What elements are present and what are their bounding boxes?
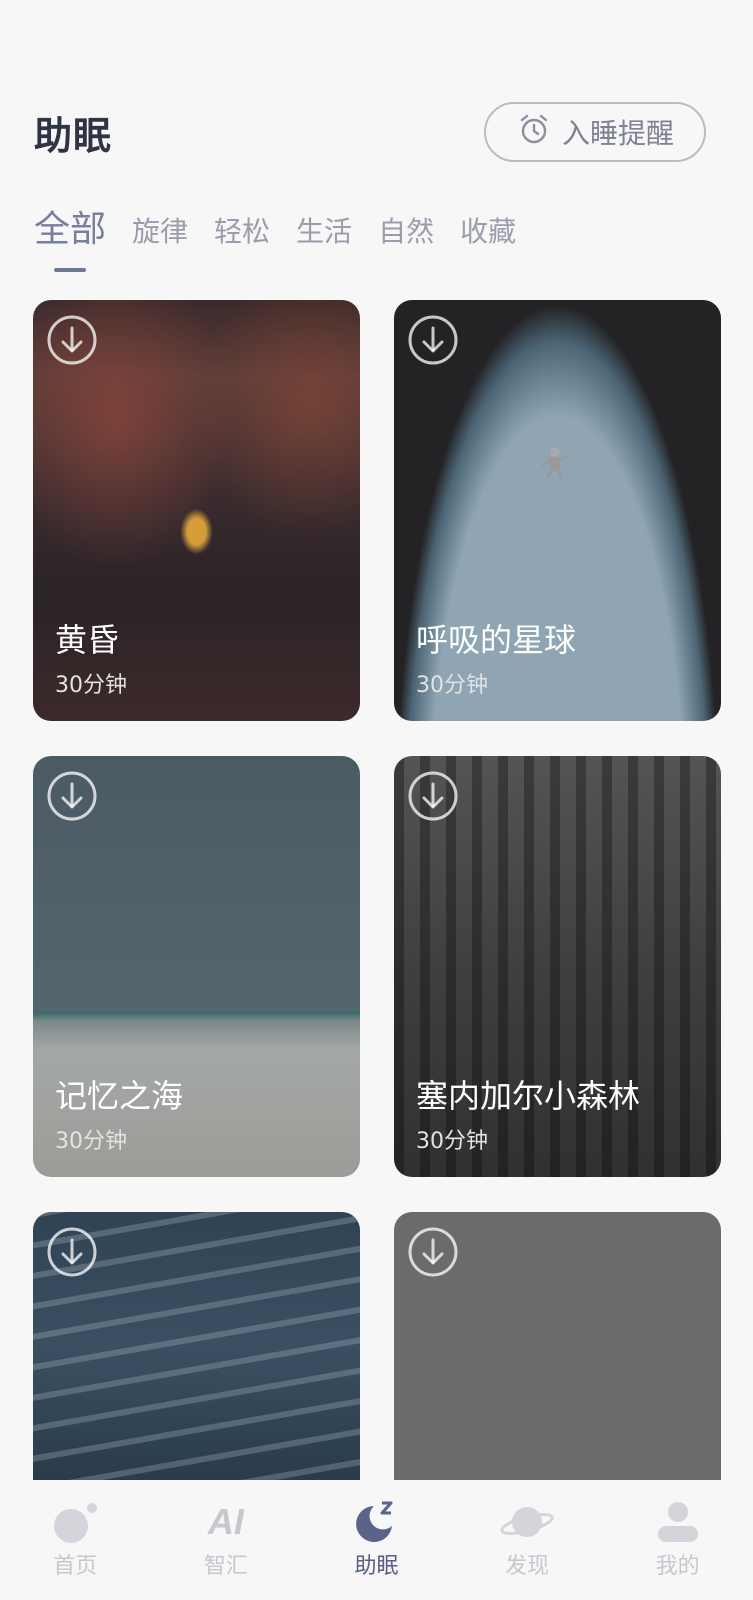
card-title: 记忆之海 [55, 1077, 184, 1115]
nav-sleep[interactable]: 助眠 [316, 1500, 436, 1580]
download-icon[interactable] [46, 314, 98, 366]
home-planet-icon [49, 1500, 101, 1544]
card-duration: 30分钟 [55, 1129, 127, 1154]
download-icon[interactable] [407, 770, 459, 822]
tab-relax[interactable]: 轻松 [214, 212, 270, 252]
card-title: 黄昏 [55, 621, 120, 659]
sleep-reminder-label: 入睡提醒 [561, 117, 674, 150]
ai-icon: AI [208, 1500, 244, 1544]
user-icon [654, 1500, 702, 1544]
download-icon[interactable] [407, 314, 459, 366]
tab-life[interactable]: 生活 [296, 212, 352, 252]
download-icon[interactable] [407, 1226, 459, 1278]
nav-home[interactable]: 首页 [15, 1500, 135, 1580]
nav-label: 我的 [655, 1554, 700, 1579]
tab-all[interactable]: 全部 [34, 208, 106, 272]
sound-card[interactable]: 塞内加尔小森林 30分钟 [394, 756, 721, 1177]
card-duration: 30分钟 [416, 673, 488, 698]
card-title: 呼吸的星球 [416, 621, 577, 659]
sound-card[interactable]: 黄昏 30分钟 [33, 300, 360, 721]
sound-card[interactable]: 记忆之海 30分钟 [33, 756, 360, 1177]
nav-label: 助眠 [354, 1554, 399, 1579]
ai-icon-text: AI [207, 1501, 244, 1542]
sound-card[interactable]: 呼吸的星球 30分钟 [394, 300, 721, 721]
tab-favorites[interactable]: 收藏 [460, 212, 516, 252]
sound-card[interactable] [394, 1212, 721, 1480]
sleep-reminder-button[interactable]: 入睡提醒 [484, 102, 706, 162]
download-icon[interactable] [46, 1226, 98, 1278]
alarm-clock-icon [516, 111, 552, 154]
tab-melody[interactable]: 旋律 [132, 212, 188, 252]
page-title: 助眠 [34, 113, 113, 158]
nav-label: 智汇 [203, 1554, 248, 1579]
download-icon[interactable] [46, 770, 98, 822]
bottom-navigation: 首页 AI 智汇 助眠 发现 我的 [0, 1480, 753, 1600]
header: 助眠 入睡提醒 [34, 100, 706, 164]
planet-ring-icon [499, 1500, 555, 1544]
nav-ai[interactable]: AI 智汇 [166, 1500, 286, 1580]
nav-mine[interactable]: 我的 [618, 1500, 738, 1580]
astronaut-image [541, 447, 569, 479]
sleep-moon-icon [352, 1500, 400, 1544]
tab-nature[interactable]: 自然 [378, 212, 434, 252]
category-tabs: 全部 旋律 轻松 生活 自然 收藏 [34, 208, 516, 272]
sound-card[interactable] [33, 1212, 360, 1480]
card-duration: 30分钟 [416, 1129, 488, 1154]
card-title: 塞内加尔小森林 [416, 1077, 641, 1115]
nav-label: 发现 [505, 1554, 550, 1579]
sound-card-grid: 黄昏 30分钟 呼吸的星球 30分钟 记忆之海 30分钟 塞内加尔小森林 30分… [33, 300, 721, 1480]
nav-discover[interactable]: 发现 [467, 1500, 587, 1580]
card-duration: 30分钟 [55, 673, 127, 698]
nav-label: 首页 [53, 1554, 98, 1579]
